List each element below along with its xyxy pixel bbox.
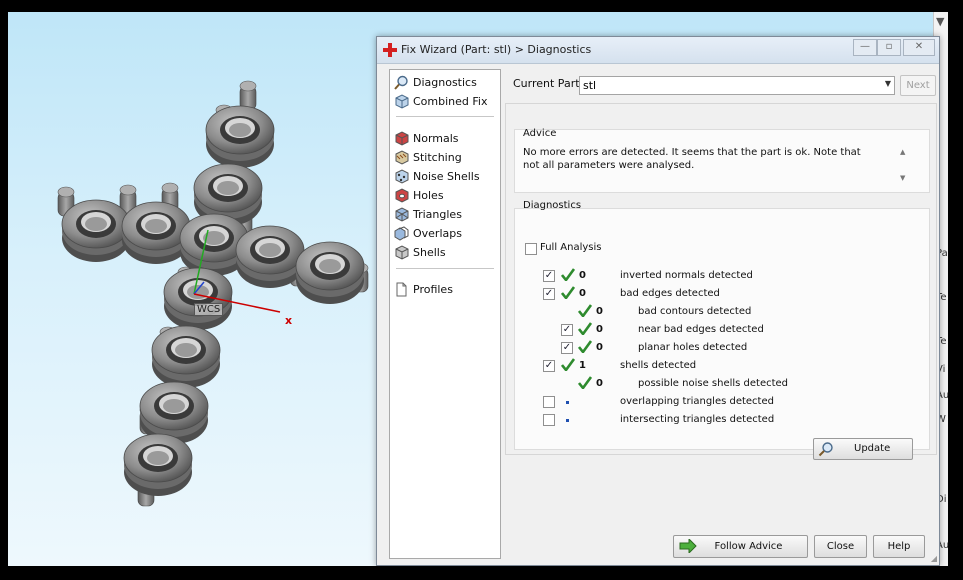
current-part-label: Current Part:	[513, 77, 584, 90]
nav-item-holes[interactable]: Holes	[394, 187, 498, 205]
row-label: intersecting triangles detected	[620, 414, 775, 425]
triangles-icon	[395, 207, 409, 222]
row-checkbox[interactable]: ✓	[561, 324, 573, 336]
row-label: bad contours detected	[638, 306, 752, 317]
row-count: 0	[596, 324, 603, 335]
magnifier-icon	[818, 442, 833, 457]
help-button[interactable]: Help	[873, 535, 925, 558]
follow-advice-button[interactable]: Follow Advice	[673, 535, 808, 558]
nav-label: Profiles	[413, 283, 453, 296]
diagnostics-content: Advice No more errors are detected. It s…	[505, 103, 937, 460]
nav-label: Triangles	[413, 208, 462, 221]
normals-icon	[395, 131, 409, 146]
current-part-select[interactable]: stl ▼	[579, 76, 895, 95]
row-count: 0	[596, 306, 603, 317]
dialog-title: Fix Wizard (Part: stl) > Diagnostics	[401, 43, 592, 56]
stitching-icon	[395, 150, 409, 165]
row-count: 0	[579, 288, 586, 299]
row-checkbox[interactable]: ✓	[543, 288, 555, 300]
pending-dot-icon	[566, 419, 569, 422]
maximize-button[interactable]: ▫	[877, 39, 901, 56]
arrow-right-icon	[679, 539, 697, 553]
check-icon	[578, 340, 592, 353]
resize-grip-icon[interactable]: ◢	[931, 554, 937, 563]
row-checkbox[interactable]: ✓	[543, 270, 555, 282]
minimize-button[interactable]: —	[853, 39, 877, 56]
row-checkbox[interactable]: ✓	[561, 342, 573, 354]
check-icon	[561, 268, 575, 281]
nav-item-combined-fix[interactable]: Combined Fix	[394, 93, 498, 111]
advice-text: No more errors are detected. It seems th…	[523, 147, 861, 171]
nav-item-shells[interactable]: Shells	[394, 244, 498, 262]
check-icon	[578, 376, 592, 389]
shells-icon	[395, 245, 409, 260]
nav-item-triangles[interactable]: Triangles	[394, 206, 498, 224]
nav-divider	[396, 116, 494, 117]
follow-advice-label: Follow Advice	[714, 541, 783, 552]
check-icon	[561, 286, 575, 299]
document-icon	[396, 282, 407, 297]
nav-item-overlaps[interactable]: Overlaps	[394, 225, 498, 243]
nav-item-diagnostics[interactable]: Diagnostics	[394, 74, 498, 92]
fix-wizard-dialog: Fix Wizard (Part: stl) > Diagnostics — ▫…	[376, 36, 940, 566]
nav-label: Holes	[413, 189, 444, 202]
full-analysis-label: Full Analysis	[540, 242, 602, 253]
wizard-nav-panel: Diagnostics Combined Fix Normals Stitchi…	[389, 69, 501, 559]
close-window-button[interactable]: ✕	[903, 39, 935, 56]
diagnostics-title: Diagnostics	[523, 200, 582, 211]
nav-label: Stitching	[413, 151, 462, 164]
nav-label: Diagnostics	[413, 76, 477, 89]
dropdown-arrow-icon[interactable]: ▼	[936, 15, 944, 28]
advice-title: Advice	[523, 128, 557, 139]
row-checkbox[interactable]: ✓	[543, 360, 555, 372]
row-label: planar holes detected	[638, 342, 748, 353]
pending-dot-icon	[566, 401, 569, 404]
nav-item-stitching[interactable]: Stitching	[394, 149, 498, 167]
nav-label: Normals	[413, 132, 459, 145]
next-button[interactable]: Next	[900, 75, 936, 96]
holes-icon	[395, 188, 409, 203]
overlaps-icon	[394, 226, 409, 241]
row-label: overlapping triangles detected	[620, 396, 774, 407]
nav-label: Overlaps	[413, 227, 462, 240]
dialog-titlebar[interactable]: Fix Wizard (Part: stl) > Diagnostics — ▫…	[377, 37, 939, 64]
magnifier-icon	[394, 75, 408, 90]
row-count: 0	[579, 270, 586, 281]
row-count: 0	[596, 378, 603, 389]
nav-item-profiles[interactable]: Profiles	[394, 281, 498, 299]
wcs-label: WCS	[194, 303, 224, 316]
nav-label: Noise Shells	[413, 170, 480, 183]
row-count: 0	[596, 342, 603, 353]
close-button[interactable]: Close	[814, 535, 867, 558]
noise-shells-icon	[395, 169, 409, 184]
chevron-down-icon: ▼	[884, 79, 891, 88]
current-part-value: stl	[583, 79, 597, 92]
scroll-up-icon[interactable]: ▲	[900, 148, 905, 156]
nav-item-noise-shells[interactable]: Noise Shells	[394, 168, 498, 186]
row-label: bad edges detected	[620, 288, 720, 299]
red-cross-icon	[383, 43, 397, 57]
scroll-down-icon[interactable]: ▼	[900, 174, 905, 182]
x-axis-label: x	[285, 314, 293, 327]
check-icon	[578, 304, 592, 317]
row-label: shells detected	[620, 360, 697, 371]
row-label: near bad edges detected	[638, 324, 764, 335]
combined-fix-icon	[395, 94, 409, 109]
nav-label: Combined Fix	[413, 95, 488, 108]
full-analysis-checkbox[interactable]	[525, 243, 537, 255]
row-label: possible noise shells detected	[638, 378, 789, 389]
check-icon	[578, 322, 592, 335]
nav-divider	[396, 268, 494, 269]
row-checkbox[interactable]	[543, 414, 555, 426]
row-count: 1	[579, 360, 586, 371]
desktop-screen: WCS x ▼ Pa Te Te Vi Au W Di Au Fix Wizar…	[8, 12, 948, 566]
row-label: inverted normals detected	[620, 270, 753, 281]
nav-label: Shells	[413, 246, 446, 259]
update-label: Update	[854, 443, 891, 454]
row-checkbox[interactable]	[543, 396, 555, 408]
nav-item-normals[interactable]: Normals	[394, 130, 498, 148]
update-button[interactable]: Update	[813, 438, 913, 460]
check-icon	[561, 358, 575, 371]
